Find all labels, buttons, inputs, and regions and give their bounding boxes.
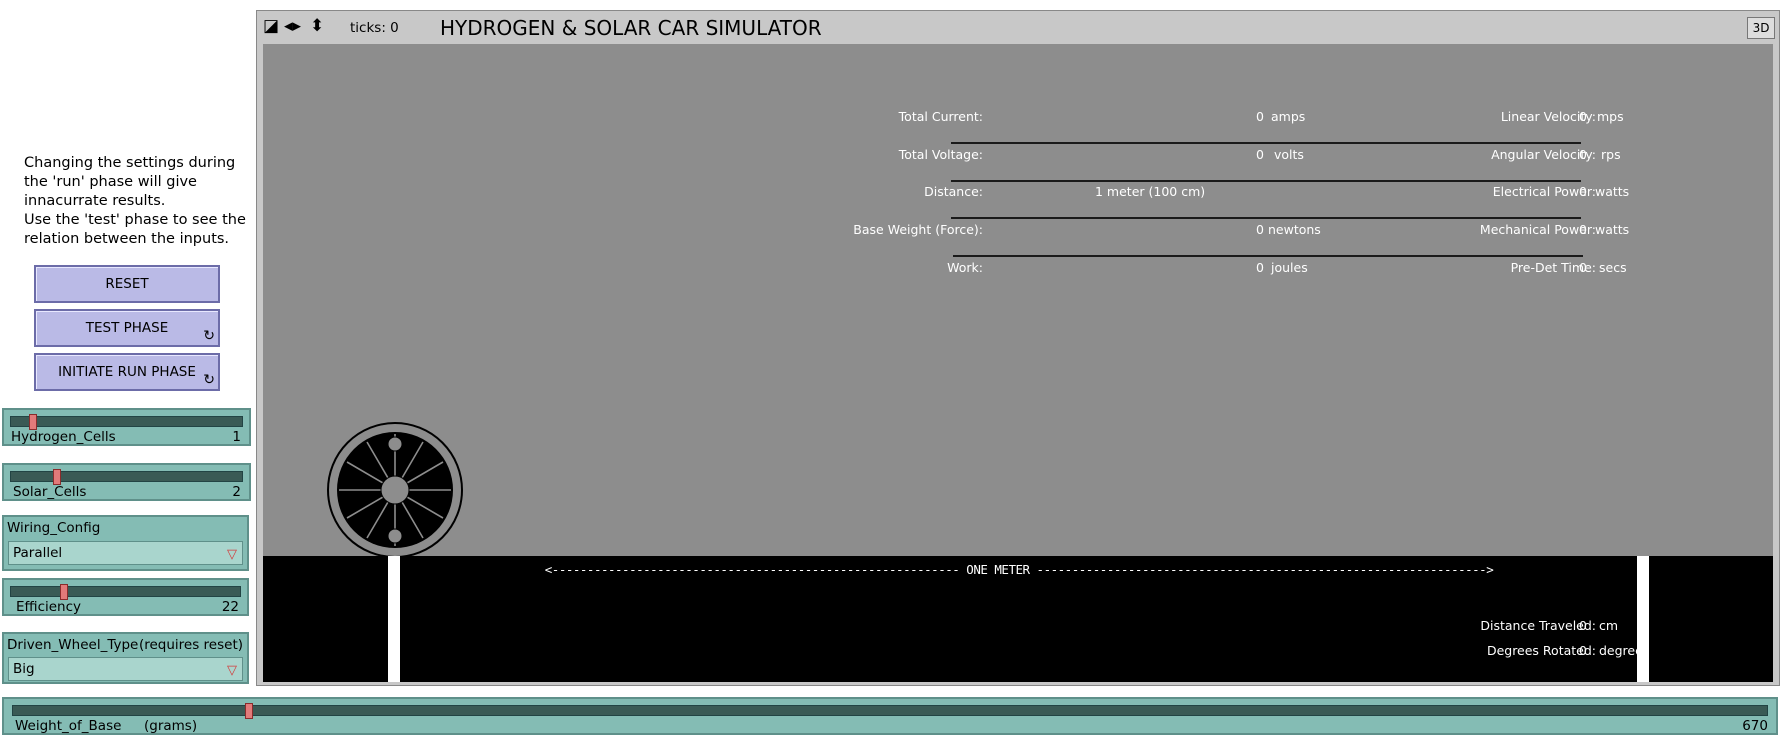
slider-knob[interactable] xyxy=(53,469,61,485)
chooser-value: Parallel xyxy=(13,545,63,561)
slider-track[interactable] xyxy=(10,469,243,485)
settings-note: Changing the settings during the 'run' p… xyxy=(24,154,250,249)
wiring-config-select[interactable]: Parallel ▽ xyxy=(8,541,243,565)
mechanical-power-unit: watts xyxy=(1595,222,1630,237)
reset-button-label: RESET xyxy=(105,276,149,292)
total-current-unit: amps xyxy=(1271,109,1306,124)
electrical-power-unit: watts xyxy=(1595,184,1630,199)
divider xyxy=(953,255,1583,257)
slider-unit: (grams) xyxy=(144,718,198,734)
total-current-value: 0 xyxy=(1256,109,1264,124)
divider xyxy=(951,217,1581,219)
chooser-label: Driven_Wheel_Type xyxy=(7,637,139,653)
work-unit: joules xyxy=(1271,260,1308,275)
electrical-power-value: 0 xyxy=(1579,184,1587,199)
dropdown-arrow-icon: ▽ xyxy=(227,663,237,678)
slider-track[interactable] xyxy=(10,414,243,430)
forever-icon: ↻ xyxy=(203,328,215,344)
chooser-value: Big xyxy=(13,661,35,677)
total-voltage-value: 0 xyxy=(1256,147,1264,162)
test-phase-button[interactable]: TEST PHASE ↻ xyxy=(34,309,220,347)
distance-traveled-value: 0 xyxy=(1579,618,1587,633)
base-weight-unit: newtons xyxy=(1268,222,1321,237)
start-marker xyxy=(388,556,400,682)
mechanical-power-value: 0 xyxy=(1579,222,1587,237)
linear-velocity-unit: mps xyxy=(1597,109,1624,124)
degrees-rotated-value: 0 xyxy=(1579,643,1587,658)
total-voltage-unit: volts xyxy=(1274,147,1304,162)
hydrogen-cells-slider[interactable]: Hydrogen_Cells 1 xyxy=(2,408,251,446)
work-label: Work: xyxy=(947,260,983,275)
slider-knob[interactable] xyxy=(60,584,68,600)
angular-velocity-unit: rps xyxy=(1601,147,1621,162)
angular-velocity-value: 0 xyxy=(1579,147,1587,162)
slider-value: 2 xyxy=(232,484,241,500)
distance-traveled-unit: cm xyxy=(1599,618,1619,633)
driven-wheel-type-chooser[interactable]: Driven_Wheel_Type (requires reset) Big ▽ xyxy=(2,632,249,684)
efficiency-slider[interactable]: Efficiency 22 xyxy=(2,578,249,616)
note-line: relation between the inputs. xyxy=(24,231,230,247)
chooser-label: Wiring_Config xyxy=(7,520,101,536)
base-weight-value: 0 xyxy=(1256,222,1264,237)
end-marker xyxy=(1637,556,1649,682)
vertical-arrows-icon[interactable]: ⬍ xyxy=(310,16,324,36)
slider-track[interactable] xyxy=(10,584,241,600)
slider-label: Weight_of_Base xyxy=(15,718,122,734)
slider-value: 670 xyxy=(1742,718,1768,734)
note-line: Changing the settings during xyxy=(24,155,236,171)
distance-value: 1 meter (100 cm) xyxy=(1095,184,1206,199)
3d-button[interactable]: 3D xyxy=(1747,17,1775,39)
note-line: Use the 'test' phase to see the xyxy=(24,212,246,228)
slider-value: 22 xyxy=(221,599,239,615)
total-voltage-label: Total Voltage: xyxy=(898,147,983,162)
work-value: 0 xyxy=(1256,260,1264,275)
forever-icon: ↻ xyxy=(203,372,215,388)
chooser-note: (requires reset) xyxy=(138,637,243,653)
distance-label: Distance: xyxy=(924,184,983,199)
slider-track[interactable] xyxy=(12,703,1768,719)
note-line: the 'run' phase will give xyxy=(24,174,197,190)
driven-wheel-type-select[interactable]: Big ▽ xyxy=(8,657,243,681)
pre-det-time-value: 0 xyxy=(1579,260,1587,275)
edit-icon[interactable]: ◪ xyxy=(263,16,279,36)
divider xyxy=(951,142,1581,144)
slider-knob[interactable] xyxy=(245,703,253,719)
base-weight-label: Base Weight (Force): xyxy=(853,222,983,237)
dropdown-arrow-icon: ▽ xyxy=(227,547,237,562)
test-phase-button-label: TEST PHASE xyxy=(85,320,169,336)
slider-knob[interactable] xyxy=(29,414,37,430)
wheel xyxy=(327,422,463,558)
pre-det-time-unit: secs xyxy=(1599,260,1627,275)
simulation-canvas: Total Current: 0 amps Total Voltage: 0 v… xyxy=(263,44,1773,682)
slider-label: Efficiency xyxy=(16,599,82,615)
solar-cells-slider[interactable]: Solar_Cells 2 xyxy=(2,463,251,501)
view-title: HYDROGEN & SOLAR CAR SIMULATOR xyxy=(440,16,822,40)
view-titlebar: ◪ ◂▸ ⬍ ticks: 0 HYDROGEN & SOLAR CAR SIM… xyxy=(257,11,1779,43)
ticks-counter: ticks: 0 xyxy=(350,20,399,36)
reset-button[interactable]: RESET xyxy=(34,265,220,303)
world-view: ◪ ◂▸ ⬍ ticks: 0 HYDROGEN & SOLAR CAR SIM… xyxy=(256,10,1780,686)
degrees-rotated-unit: degrees xyxy=(1599,643,1650,658)
initiate-run-phase-button-label: INITIATE RUN PHASE xyxy=(58,364,196,380)
slider-label: Solar_Cells xyxy=(13,484,87,500)
horizontal-arrows-icon[interactable]: ◂▸ xyxy=(284,16,301,36)
divider xyxy=(951,180,1581,182)
one-meter-label: <---------------------------------------… xyxy=(544,562,1494,577)
note-line: innacurrate results. xyxy=(24,193,166,209)
linear-velocity-value: 0 xyxy=(1579,109,1587,124)
slider-value: 1 xyxy=(232,429,241,445)
weight-of-base-slider[interactable]: Weight_of_Base (grams) 670 xyxy=(2,697,1778,735)
slider-label: Hydrogen_Cells xyxy=(11,429,116,445)
wiring-config-chooser[interactable]: Wiring_Config Parallel ▽ xyxy=(2,515,249,571)
total-current-label: Total Current: xyxy=(898,109,983,124)
initiate-run-phase-button[interactable]: INITIATE RUN PHASE ↻ xyxy=(34,353,220,391)
